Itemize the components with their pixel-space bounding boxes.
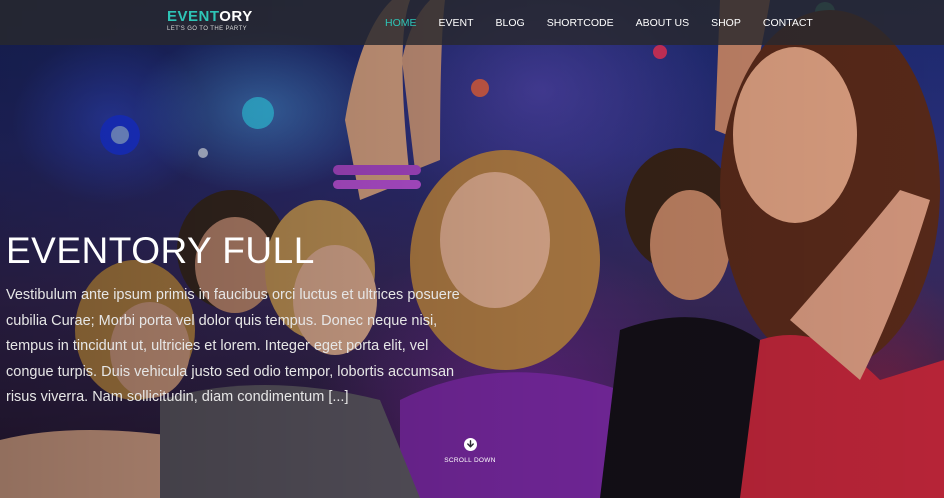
logo-wordmark: EVENTORY <box>167 8 253 25</box>
scroll-down-button[interactable]: SCROLL DOWN <box>430 438 510 464</box>
nav-about-us[interactable]: ABOUT US <box>625 17 700 29</box>
nav-shop[interactable]: SHOP <box>700 17 752 29</box>
nav-contact[interactable]: CONTACT <box>752 17 824 29</box>
top-navbar: EVENTORY LET'S GO TO THE PARTY HOME EVEN… <box>0 0 944 45</box>
arrow-down-circle-icon <box>463 438 477 451</box>
site-logo[interactable]: EVENTORY LET'S GO TO THE PARTY <box>167 8 253 33</box>
scroll-down-label: SCROLL DOWN <box>444 457 496 464</box>
main-nav: HOME EVENT BLOG SHORTCODE ABOUT US SHOP … <box>374 0 824 45</box>
nav-shortcode[interactable]: SHORTCODE <box>536 17 625 29</box>
nav-home[interactable]: HOME <box>374 17 428 29</box>
nav-blog[interactable]: BLOG <box>485 17 536 29</box>
logo-tagline: LET'S GO TO THE PARTY <box>167 26 248 32</box>
logo-rest-text: ORY <box>219 8 253 25</box>
hero-title: EVENTORY FULL <box>6 230 315 271</box>
logo-accent-text: EVENT <box>167 8 220 25</box>
hero-excerpt: Vestibulum ante ipsum primis in faucibus… <box>6 287 460 405</box>
nav-event[interactable]: EVENT <box>428 17 485 29</box>
